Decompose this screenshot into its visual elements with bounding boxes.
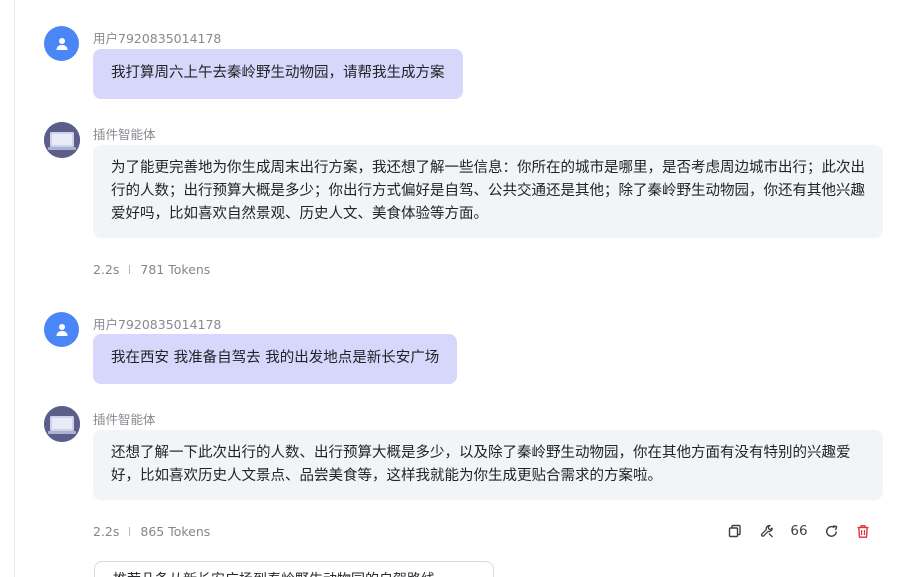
chat-view: 用户7920835014178 我打算周六上午去秦岭野生动物园，请帮我生成方案 … [0,0,907,577]
token-count: 781 Tokens [140,262,211,277]
user-message-bubble: 我在西安 我准备自驾去 我的出发地点是新长安广场 [93,334,458,384]
user-icon [56,37,67,50]
copy-icon [728,524,741,538]
sender-name: 用户7920835014178 [93,31,222,46]
trash-icon [857,524,869,538]
meta-separator [129,527,131,536]
bot-avatar[interactable] [44,406,80,442]
token-count: 865 Tokens [140,524,211,539]
user-avatar[interactable] [44,26,79,61]
refresh-icon [825,524,837,537]
sender-name: 用户7920835014178 [93,317,222,332]
response-time: 2.2s [93,524,120,539]
message-actions: 66 [719,521,879,541]
quote-button[interactable]: 66 [783,521,815,541]
bot-message-bubble: 还想了解一下此次出行的人数、出行预算大概是多少，以及除了秦岭野生动物园，你在其他… [93,430,883,500]
bot-avatar-icon [44,122,80,158]
response-time: 2.2s [93,262,120,277]
bot-avatar-icon [44,406,80,442]
panel-divider [14,0,15,577]
sender-name: 插件智能体 [93,127,156,142]
user-message-bubble: 我打算周六上午去秦岭野生动物园，请帮我生成方案 [93,49,463,99]
suggested-question[interactable]: 推荐几条从新长安广场到秦岭野生动物园的自驾路线 [94,561,494,577]
bot-avatar[interactable] [44,122,80,158]
message-meta: 2.2s 781 Tokens [93,262,210,277]
meta-separator [129,265,131,274]
regenerate-button[interactable] [815,521,847,541]
copy-button[interactable] [719,521,751,541]
plugin-button[interactable] [751,521,783,541]
wrench-icon [760,524,773,537]
sender-name: 插件智能体 [93,412,156,427]
delete-button[interactable] [847,521,879,541]
bot-message-bubble: 为了能更完善地为你生成周末出行方案，我还想了解一些信息：你所在的城市是哪里，是否… [93,145,883,238]
message-meta: 2.2s 865 Tokens [93,524,210,539]
user-icon [56,323,67,336]
user-avatar[interactable] [44,312,79,347]
